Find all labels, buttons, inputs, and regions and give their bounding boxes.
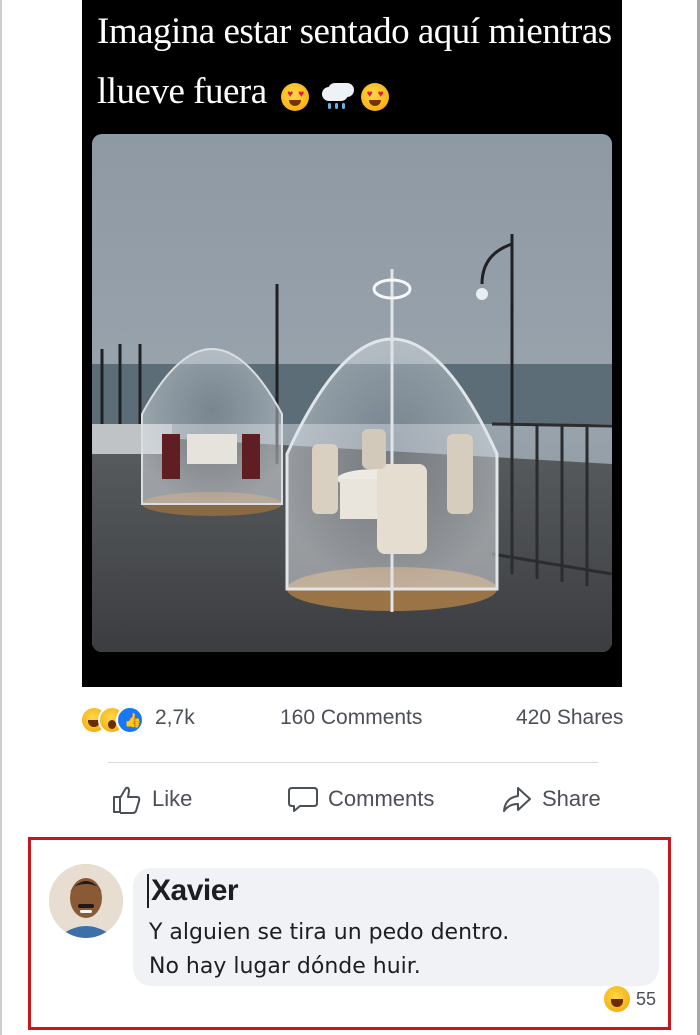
meme-image: Imagina estar sentado aquí mientras llue… xyxy=(82,0,622,687)
comment-reactions[interactable]: 55 xyxy=(603,986,656,1012)
left-edge-line xyxy=(0,0,2,1035)
comment-text-line-1: Y alguien se tira un pedo dentro. xyxy=(149,920,510,945)
post-stats-row: 👍 2,7k 160 Comments 420 Shares xyxy=(0,700,700,740)
meme-caption: Imagina estar sentado aquí mientras llue… xyxy=(97,2,617,125)
comment-icon xyxy=(288,787,318,812)
shares-count-link[interactable]: 420 Shares xyxy=(516,706,623,730)
heart-eyes-emoji-icon: ♥ ♥ xyxy=(360,83,389,112)
share-arrow-icon xyxy=(503,787,531,812)
stats-divider xyxy=(108,762,598,763)
like-label: Like xyxy=(152,786,193,811)
comment-bubble: Xavier Y alguien se tira un pedo dentro.… xyxy=(133,868,659,986)
comments-label: Comments xyxy=(328,786,435,811)
rain-cloud-emoji-icon xyxy=(320,83,350,111)
like-button[interactable]: Like xyxy=(110,782,192,816)
comment-author[interactable]: Xavier xyxy=(147,874,239,908)
comment-reaction-count: 55 xyxy=(635,988,656,1009)
comment-text-line-2: No hay lugar dónde huir. xyxy=(149,954,421,979)
caption-emojis: ♥ ♥ ♥ ♥ xyxy=(281,65,391,125)
post-actions: Like Comments Share xyxy=(0,776,700,824)
comment-button[interactable]: Comments xyxy=(286,782,434,816)
share-label: Share xyxy=(542,786,601,811)
comment-text: Y alguien se tira un pedo dentro. No hay… xyxy=(149,916,649,984)
share-button[interactable]: Share xyxy=(500,782,601,816)
heart-eyes-emoji-icon: ♥ ♥ xyxy=(281,83,310,112)
comments-count-link[interactable]: 160 Comments xyxy=(280,706,422,730)
highlighted-comment: Xavier Y alguien se tira un pedo dentro.… xyxy=(28,837,671,1030)
photo-dining-domes xyxy=(92,134,612,652)
reactions-count[interactable]: 2,7k xyxy=(155,706,195,730)
haha-reaction-icon xyxy=(603,986,630,1012)
like-reaction-icon: 👍 xyxy=(116,706,144,734)
thumbs-up-icon xyxy=(113,786,141,814)
avatar[interactable] xyxy=(49,864,123,938)
